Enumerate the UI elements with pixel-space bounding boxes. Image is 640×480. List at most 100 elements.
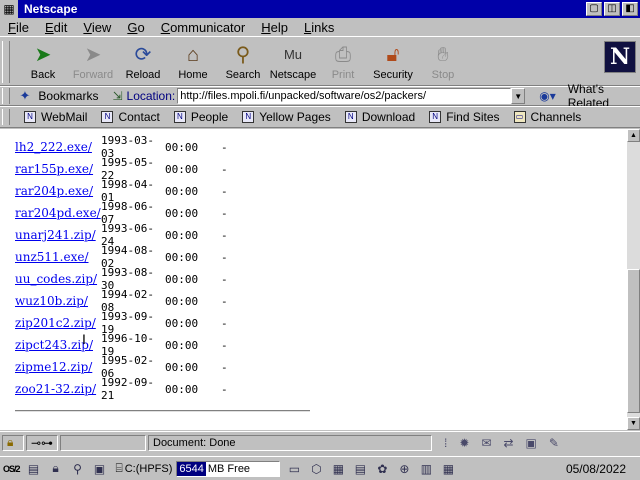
file-link[interactable]: unarj241.zip/ (15, 228, 101, 242)
location-input[interactable]: http://files.mpoli.fi/unpacked/software/… (177, 88, 512, 104)
window-list-icon[interactable]: ▤ (26, 462, 42, 476)
stop-icon: ✋︎ (437, 44, 449, 66)
forward-arrow-icon: ➤ (84, 44, 102, 66)
free-space-unit: MB Free (207, 462, 251, 475)
file-time: 00:00 (165, 316, 199, 330)
bookmark-page-icon: N (429, 111, 442, 123)
status-message: Document: Done (148, 434, 432, 451)
os2-taskbar: OS/2 ▤ 🔒︎ ⚲ ▣ ⌸ C:(HPFS) 6544 MB Free ▭ … (0, 456, 640, 480)
security-button[interactable]: 🔓︎ Security (368, 41, 418, 85)
online-plug-icon[interactable]: ⊸⊶ (26, 434, 58, 451)
tray-icon-1[interactable]: ▭ (286, 462, 302, 476)
status-bar: 🔒︎ ⊸⊶ Document: Done ⁞ ✹ ✉ ⇄ ▣ ✎ (0, 431, 640, 453)
list-item: uu_codes.zip/ 1993-08-30 00:00 - (15, 266, 228, 292)
scroll-up-icon[interactable]: ▲ (627, 129, 640, 142)
back-button[interactable]: ➤ Back (18, 41, 68, 85)
file-link[interactable]: rar204p.exe/ (15, 184, 101, 198)
menu-help[interactable]: Help (253, 20, 296, 35)
menu-file[interactable]: File (0, 20, 37, 35)
list-item: zipct243.zip/ 1996-10-19 00:00 - (15, 332, 228, 358)
drive-status[interactable]: ⌸ C:(HPFS) 6544 MB Free (116, 460, 281, 477)
location-dropdown-icon[interactable]: ▼ (511, 88, 526, 104)
file-link[interactable]: rar204pd.exe/ (15, 206, 101, 220)
menu-edit[interactable]: Edit (37, 20, 75, 35)
scroll-down-icon[interactable]: ▼ (627, 417, 640, 430)
personal-webmail[interactable]: N WebMail (24, 110, 87, 124)
horizontal-rule (15, 410, 310, 412)
personal-grip[interactable] (2, 109, 10, 125)
file-date: 1992-09-21 (101, 376, 154, 402)
tray-icon-2[interactable]: ⬡ (308, 462, 324, 476)
search-icon: ⚲ (235, 44, 251, 66)
progress-bar (60, 434, 146, 451)
print-button[interactable]: ⎙ Print (318, 41, 368, 85)
list-item: rar155p.exe/ 1995-05-22 00:00 - (15, 156, 228, 182)
menu-links[interactable]: Links (296, 20, 342, 35)
toolbar-grip[interactable] (2, 41, 10, 83)
file-time: 00:00 (165, 250, 199, 264)
bookmark-page-icon: N (101, 111, 114, 123)
personal-contact[interactable]: N Contact (101, 110, 160, 124)
maximize-icon[interactable]: ◫ (604, 2, 620, 16)
location-grip[interactable] (2, 88, 10, 104)
component-grip-icon[interactable]: ⁞ (444, 436, 447, 450)
tray-icon-4[interactable]: ▤ (352, 462, 368, 476)
file-link[interactable]: zoo21-32.zip/ (15, 382, 101, 396)
close-icon[interactable]: ◧ (622, 2, 638, 16)
composer-icon[interactable]: ✎ (549, 436, 559, 450)
netscape-icon: Mu (283, 47, 303, 62)
find-icon[interactable]: ⚲ (70, 462, 86, 476)
title-bar: ▦ Netscape ▢ ◫ ◧ (0, 0, 640, 18)
personal-find-sites[interactable]: N Find Sites (429, 110, 500, 124)
file-size: - (221, 382, 228, 396)
navigator-icon[interactable]: ✹ (459, 436, 469, 450)
mail-icon[interactable]: ✉ (481, 436, 491, 450)
forward-button[interactable]: ➤ Forward (68, 41, 118, 85)
scrollbar-thumb[interactable] (627, 269, 640, 413)
system-menu-icon[interactable]: ▦ (0, 0, 18, 18)
bookmarks-button[interactable]: ✦ Bookmarks (20, 88, 99, 104)
file-link[interactable]: zipme12.zip/ (15, 360, 101, 374)
search-button[interactable]: ⚲ Search (218, 41, 268, 85)
shutdown-icon[interactable]: ▣ (92, 462, 108, 476)
file-link[interactable]: wuz10b.zip/ (15, 294, 101, 308)
calendar-icon[interactable]: ▦ (440, 462, 456, 476)
file-link[interactable]: unz511.exe/ (15, 250, 101, 264)
menu-view[interactable]: View (75, 20, 119, 35)
file-link[interactable]: lh2_222.exe/ (15, 140, 101, 154)
file-time: 00:00 (165, 294, 199, 308)
menu-communicator[interactable]: Communicator (153, 20, 254, 35)
tray-icon-6[interactable]: ⊕ (396, 462, 412, 476)
personal-people[interactable]: N People (173, 110, 228, 124)
personal-yellow-pages[interactable]: N Yellow Pages (242, 110, 331, 124)
file-link[interactable]: rar155p.exe/ (15, 162, 101, 176)
personal-channels[interactable]: ▭ Channels (513, 110, 581, 124)
tray-icon-3[interactable]: ▦ (330, 462, 346, 476)
free-space-field: 6544 MB Free (176, 460, 281, 477)
file-link[interactable]: zipct243.zip/ (15, 338, 101, 352)
window-title: Netscape (24, 2, 78, 16)
os2-logo-icon[interactable]: OS/2 (3, 464, 20, 474)
text-cursor-icon: Ι (82, 331, 86, 347)
file-time: 00:00 (165, 184, 199, 198)
bookmarks-label: Bookmarks (38, 89, 99, 103)
netscape-logo[interactable]: N (604, 41, 636, 73)
stop-button[interactable]: ✋︎ Stop (418, 41, 468, 85)
netscape-button[interactable]: Mu Netscape (268, 41, 318, 85)
personal-download[interactable]: N Download (344, 110, 415, 124)
menu-go[interactable]: Go (119, 20, 152, 35)
file-link[interactable]: zip201c2.zip/ (15, 316, 101, 330)
vertical-scrollbar[interactable]: ▲ ▼ (627, 129, 640, 430)
security-status-icon[interactable]: 🔒︎ (2, 434, 24, 451)
minimize-icon[interactable]: ▢ (586, 2, 602, 16)
file-link[interactable]: uu_codes.zip/ (15, 272, 101, 286)
tray-icon-7[interactable]: ▥ (418, 462, 434, 476)
reload-button[interactable]: ⟳ Reload (118, 41, 168, 85)
lock-icon[interactable]: 🔒︎ (48, 461, 64, 476)
page-proxy-icon[interactable]: ⇲ (112, 89, 122, 103)
tray-icon-5[interactable]: ✿ (374, 462, 390, 476)
free-space-value: 6544 (177, 461, 206, 476)
newsgroups-icon[interactable]: ⇄ (503, 436, 513, 450)
home-button[interactable]: ⌂ Home (168, 41, 218, 85)
address-book-icon[interactable]: ▣ (526, 436, 537, 450)
